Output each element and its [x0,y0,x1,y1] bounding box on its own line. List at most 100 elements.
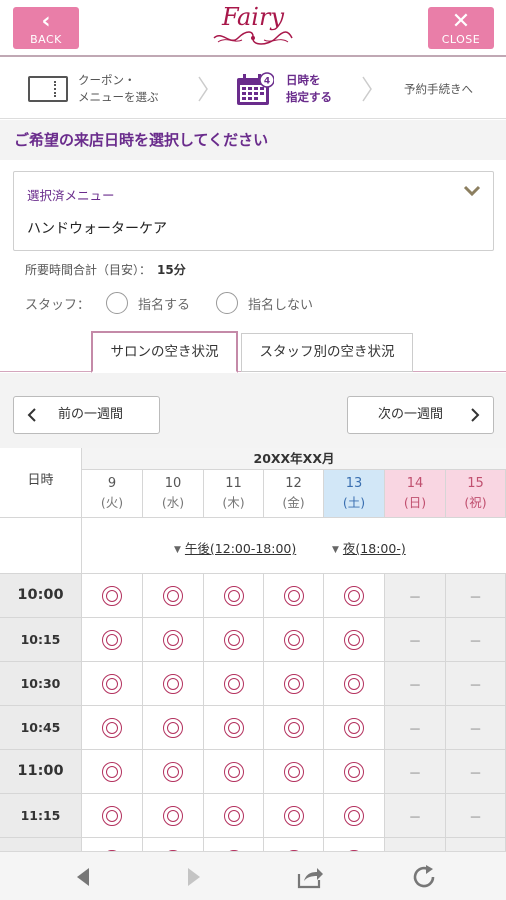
available-slot[interactable] [143,662,204,706]
unavailable-mark: － [468,635,482,650]
available-slot[interactable] [264,794,324,838]
staff-option-label: 指名しない [248,297,314,313]
available-slot[interactable] [324,574,385,618]
double-circle-icon [102,673,122,694]
prev-week-button[interactable]: 前の一週間 [13,396,160,434]
available-slot[interactable] [143,618,204,662]
available-slot[interactable] [143,750,204,794]
available-slot[interactable] [82,750,143,794]
unavailable-mark: － [408,679,422,694]
double-circle-icon [163,673,183,694]
day-number: 14 [406,476,424,491]
staff-label: スタッフ： [25,297,91,313]
browser-toolbar [0,851,506,900]
duration-info: 所要時間合計（目安）： 15分 [25,261,186,278]
unavailable-mark: － [408,723,422,738]
available-slot[interactable] [204,706,264,750]
available-slot[interactable] [143,794,204,838]
available-slot[interactable] [143,706,204,750]
step-separator-icon [362,76,372,102]
day-number: 13 [345,476,363,491]
unavailable-mark: － [468,811,482,826]
unavailable-slot: － [385,618,446,662]
available-slot[interactable] [204,750,264,794]
time-label: 11:15 [0,794,82,838]
unavailable-slot: － [446,662,506,706]
radio-button[interactable] [216,292,239,314]
weekday-label: (土) [342,495,366,510]
double-circle-icon [344,629,364,650]
available-slot[interactable] [143,574,204,618]
available-slot[interactable] [204,574,264,618]
day-number: 11 [225,476,242,491]
step3-label: 予約手続きへ [404,81,473,96]
back-button[interactable]: ‹ BACK [13,7,79,49]
browser-forward-icon[interactable] [180,864,208,890]
available-slot[interactable] [82,574,143,618]
available-slot[interactable] [204,794,264,838]
available-slot[interactable] [324,794,385,838]
double-circle-icon [223,761,244,782]
unavailable-slot: － [385,750,446,794]
tab-salon-availability[interactable]: サロンの空き状況 [91,331,238,373]
available-slot[interactable] [204,618,264,662]
coupon-icon [28,76,68,102]
period-link-night[interactable]: ▼ 夜(18:00-) [332,538,406,557]
chevron-left-icon: ‹ [41,9,51,34]
double-circle-icon [223,805,244,826]
share-icon[interactable] [296,864,324,890]
period-link-afternoon[interactable]: ▼ 午後(12:00-18:00) [174,538,296,557]
triangle-down-icon: ▼ [174,545,181,555]
unavailable-slot: － [446,794,506,838]
available-slot[interactable] [82,794,143,838]
weekday-label: (祝) [464,495,487,510]
radio-button[interactable] [106,292,129,314]
app-header: ‹ BACK Fairy ✕ CLOSE [0,0,506,57]
double-circle-icon [344,805,364,826]
available-slot[interactable] [264,706,324,750]
weekday-label: (金) [282,495,305,510]
time-label: 10:00 [0,574,82,618]
close-button[interactable]: ✕ CLOSE [428,7,494,49]
selected-menu-dropdown[interactable]: 選択済メニュー ハンドウォーターケア [13,171,494,251]
next-week-button[interactable]: 次の一週間 [347,396,494,434]
selected-menu-label: 選択済メニュー [27,188,115,203]
double-circle-icon [102,717,122,738]
available-slot[interactable] [264,662,324,706]
available-slot[interactable] [82,618,143,662]
triangle-down-icon: ▼ [332,545,339,555]
tab-staff-availability[interactable]: スタッフ別の空き状況 [241,333,413,372]
browser-back-icon[interactable] [69,864,97,890]
day-number: 9 [107,476,117,491]
available-slot[interactable] [204,662,264,706]
close-icon: ✕ [451,9,471,34]
reload-icon[interactable] [411,864,439,890]
logo-text: Fairy [221,3,285,31]
next-week-label: 次の一週間 [378,407,444,422]
staff-option-label: 指名する [138,297,191,313]
double-circle-icon [283,629,304,650]
available-slot[interactable] [82,662,143,706]
staff-option-no-nominate[interactable]: 指名しない [216,292,313,314]
step-coupon-menu[interactable]: クーポン・ メニューを選ぶ [28,59,159,119]
available-slot[interactable] [324,662,385,706]
period-row: ▼ 午後(12:00-18:00) ▼ 夜(18:00-) [82,518,506,574]
available-slot[interactable] [324,750,385,794]
available-slot[interactable] [324,706,385,750]
step1-line1: クーポン・ [78,73,136,87]
staff-option-nominate[interactable]: 指名する [106,292,190,314]
availability-tabs: サロンの空き状況 スタッフ別の空き状況 [0,331,506,373]
day-header: 9 (火) [82,470,143,518]
day-header: 12 (金) [264,470,324,518]
step2-line1: 日時を [286,73,321,87]
available-slot[interactable] [324,618,385,662]
calendar-badge: 4 [264,77,270,87]
available-slot[interactable] [82,706,143,750]
available-slot[interactable] [264,574,324,618]
day-header: 13 (土) [324,470,385,518]
unavailable-slot: － [446,618,506,662]
period-label: 午後(12:00-18:00) [184,541,297,556]
available-slot[interactable] [264,750,324,794]
available-slot[interactable] [264,618,324,662]
double-circle-icon [283,717,304,738]
